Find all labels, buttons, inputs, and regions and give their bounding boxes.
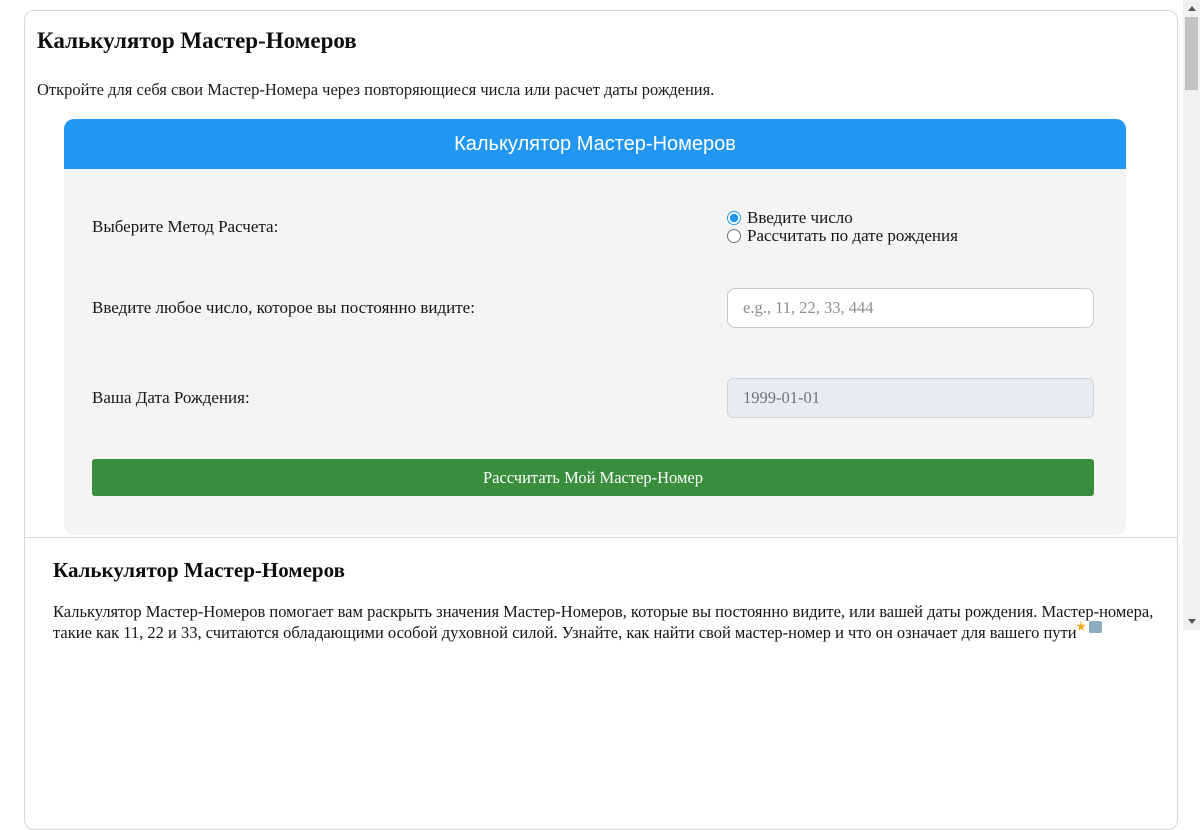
radio-option-enter-number[interactable]: Введите число [727,209,1094,227]
enter-number-radio-label: Введите число [747,208,853,228]
number-input[interactable] [727,288,1094,328]
number-row: Введите любое число, которое вы постоянн… [92,288,1094,328]
method-radio-group: Введите число Рассчитать по дате рождени… [727,209,1094,245]
article-heading: Калькулятор Мастер-Номеров [53,558,1151,583]
calculator-header: Калькулятор Мастер-Номеров [64,119,1126,169]
triangle-up-icon [1188,6,1196,11]
number-label: Введите любое число, которое вы постоянн… [92,298,475,318]
method-row: Выберите Метод Расчета: Введите число Ра… [92,199,1094,245]
article-paragraph: Калькулятор Мастер-Номеров помогает вам … [53,601,1151,643]
scrollbar-up-button[interactable] [1183,0,1200,17]
calculator-form: Выберите Метод Расчета: Введите число Ра… [64,169,1126,535]
triangle-down-icon [1188,619,1196,624]
vertical-scrollbar[interactable] [1183,0,1200,630]
page-body: { "page": { "title": "Калькулятор Мастер… [0,0,1200,630]
birth-date-radio[interactable] [727,229,741,243]
dob-input [727,378,1094,418]
calculate-button[interactable]: Рассчитать Мой Мастер-Номер [92,459,1094,496]
dob-row: Ваша Дата Рождения: [92,378,1094,418]
page-title: Калькулятор Мастер-Номеров [37,28,1177,54]
main-content-card: Калькулятор Мастер-Номеров Откройте для … [24,10,1178,830]
page-subtitle: Откройте для себя свои Мастер-Номера чер… [37,80,1177,100]
method-label: Выберите Метод Расчета: [92,217,278,237]
article-line-2: такие как 11, 22 и 33, считаются обладаю… [53,622,1151,643]
radio-option-birth-date[interactable]: Рассчитать по дате рождения [727,227,1094,245]
enter-number-radio[interactable] [727,211,741,225]
scrollbar-thumb[interactable] [1185,17,1198,90]
sparkles-emoji-icon [1076,621,1086,632]
article-section: Калькулятор Мастер-Номеров Калькулятор М… [25,537,1177,643]
input-numbers-emoji-icon [1089,621,1102,633]
scrollbar-down-button[interactable] [1183,613,1200,630]
dob-label: Ваша Дата Рождения: [92,388,250,408]
line-end-icons [1076,621,1102,633]
calculator-widget: Калькулятор Мастер-Номеров Выберите Мето… [64,119,1126,535]
birth-date-radio-label: Рассчитать по дате рождения [747,226,958,246]
number-input-wrap [727,288,1094,328]
dob-input-wrap [727,378,1094,418]
article-line-1: Калькулятор Мастер-Номеров помогает вам … [53,601,1151,622]
